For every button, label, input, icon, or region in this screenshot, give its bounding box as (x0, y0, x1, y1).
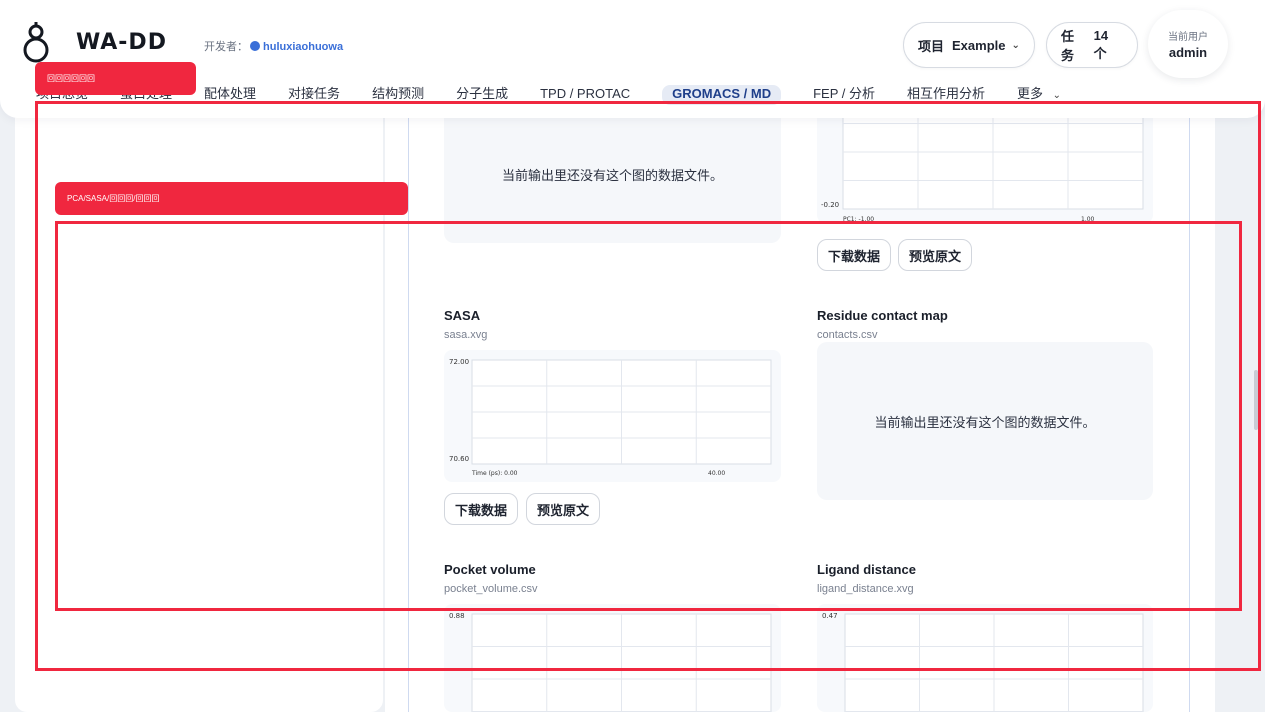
user-name: admin (1168, 45, 1208, 60)
chevron-down-icon: ⌄ (1011, 39, 1020, 51)
nav-more-label: 更多 (1017, 86, 1044, 101)
developer-label: 开发者： (204, 41, 248, 53)
user-label: 当前用户 (1168, 32, 1208, 43)
task-label: 任务 (1061, 29, 1075, 63)
project-selector[interactable]: 项目 Example ⌄ (903, 22, 1035, 68)
logo-text: WA-DD (76, 30, 167, 55)
task-counter[interactable]: 任务 14 个 (1046, 22, 1138, 68)
current-user[interactable]: 当前用户 admin (1148, 10, 1228, 78)
chevron-down-icon: ⌄ (1052, 90, 1062, 101)
project-value: Example (952, 37, 1006, 53)
annotation-box (55, 221, 1242, 611)
developer-link[interactable]: huluxiaohuowa (263, 41, 343, 53)
gourd-logo-icon (23, 22, 49, 63)
project-label: 项目 (918, 38, 945, 54)
task-value: 14 个 (1093, 28, 1109, 61)
developer-credit: 开发者： huluxiaohuowa (204, 38, 343, 54)
github-icon (250, 41, 260, 51)
annotation-tag: 回回回回回回 (35, 62, 196, 95)
